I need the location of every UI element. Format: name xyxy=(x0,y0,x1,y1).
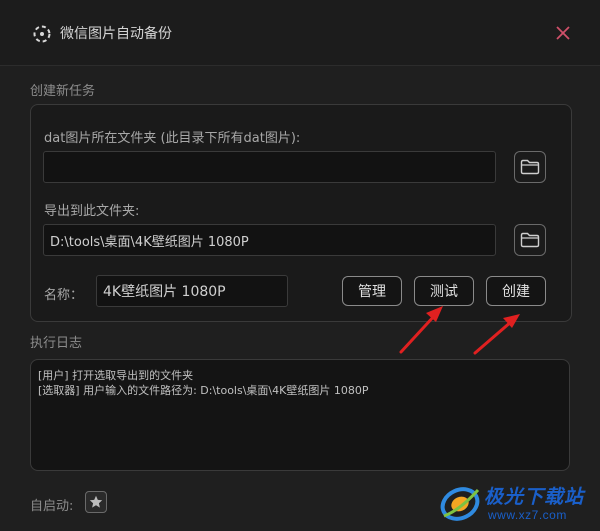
export-folder-input[interactable] xyxy=(43,224,496,256)
star-icon xyxy=(89,495,103,508)
export-folder-label: 导出到此文件夹: xyxy=(44,204,140,219)
log-heading: 执行日志 xyxy=(30,336,83,351)
dashed-circle-icon xyxy=(33,25,51,43)
annotation-arrow-create xyxy=(473,314,520,355)
autostart-label: 自启动: xyxy=(30,499,74,514)
manage-button[interactable]: 管理 xyxy=(342,276,402,306)
create-task-heading: 创建新任务 xyxy=(30,84,96,99)
log-output[interactable]: [用户] 打开选取导出到的文件夹 [选取器] 用户输入的文件路径为: D:\to… xyxy=(30,359,570,471)
create-button[interactable]: 创建 xyxy=(486,276,546,306)
name-label: 名称： xyxy=(44,288,84,303)
annotation-arrow-test xyxy=(399,306,443,354)
folder-icon xyxy=(520,159,540,175)
browse-source-button[interactable] xyxy=(514,151,546,183)
watermark: 极光下载站 www.xz7.com xyxy=(436,476,600,531)
source-folder-input[interactable] xyxy=(43,151,496,183)
browse-export-button[interactable] xyxy=(514,224,546,256)
source-folder-label: dat图片所在文件夹 (此目录下所有dat图片): xyxy=(44,131,301,146)
log-line: [选取器] 用户输入的文件路径为: D:\tools\桌面\4K壁纸图片 108… xyxy=(38,384,369,397)
watermark-logo-icon xyxy=(440,487,480,521)
watermark-title: 极光下载站 xyxy=(484,486,585,508)
log-line: [用户] 打开选取导出到的文件夹 xyxy=(38,369,194,382)
task-name-input[interactable] xyxy=(96,275,288,307)
watermark-url: www.xz7.com xyxy=(488,508,567,522)
window-title: 微信图片自动备份 xyxy=(60,26,172,42)
close-icon[interactable] xyxy=(552,22,574,44)
title-bar: 微信图片自动备份 xyxy=(0,0,600,66)
autostart-toggle[interactable] xyxy=(85,491,107,513)
folder-icon xyxy=(520,232,540,248)
